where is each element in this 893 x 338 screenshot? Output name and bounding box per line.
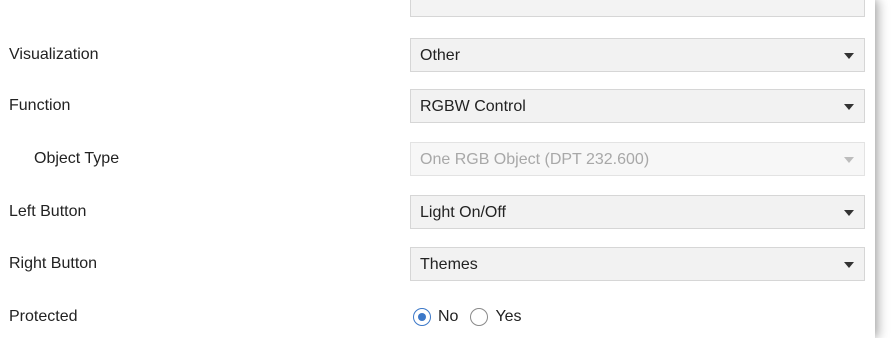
function-dropdown[interactable]: RGBW Control — [410, 89, 865, 123]
protected-option-yes[interactable]: Yes — [470, 307, 522, 327]
protected-radio-group: No Yes — [413, 305, 534, 329]
radio-checked-icon[interactable] — [413, 308, 431, 326]
radio-unchecked-icon[interactable] — [470, 308, 489, 326]
protected-option-yes-label: Yes — [495, 308, 522, 325]
row-left-button: Left Button Light On/Off — [0, 192, 875, 232]
left-button-label: Left Button — [9, 203, 87, 220]
row-object-type: Object Type One RGB Object (DPT 232.600) — [0, 139, 875, 179]
function-label: Function — [9, 97, 71, 114]
parameter-panel: Visualization Other Function RGBW Contro… — [0, 0, 875, 338]
left-button-dropdown[interactable]: Light On/Off — [410, 195, 865, 229]
row-protected: Protected No Yes — [0, 297, 875, 337]
protected-option-no-label: No — [438, 308, 459, 325]
function-value: RGBW Control — [420, 98, 526, 115]
object-type-label: Object Type — [34, 150, 120, 167]
left-button-value: Light On/Off — [420, 204, 506, 221]
visualization-dropdown[interactable]: Other — [410, 38, 865, 72]
object-type-value: One RGB Object (DPT 232.600) — [420, 151, 650, 168]
row-right-button: Right Button Themes — [0, 244, 875, 284]
chevron-down-icon — [844, 157, 854, 163]
object-type-dropdown: One RGB Object (DPT 232.600) — [410, 142, 865, 176]
right-button-dropdown[interactable]: Themes — [410, 247, 865, 281]
protected-option-no[interactable]: No — [413, 307, 458, 327]
previous-field-edge — [410, 0, 865, 17]
row-function: Function RGBW Control — [0, 86, 875, 126]
right-button-value: Themes — [420, 256, 478, 273]
right-button-label: Right Button — [9, 255, 98, 272]
protected-label: Protected — [9, 308, 78, 325]
chevron-down-icon — [844, 210, 854, 216]
visualization-value: Other — [420, 47, 461, 64]
row-visualization: Visualization Other — [0, 35, 875, 75]
chevron-down-icon — [844, 262, 854, 268]
chevron-down-icon — [844, 104, 854, 110]
chevron-down-icon — [844, 53, 854, 59]
visualization-label: Visualization — [9, 46, 99, 63]
